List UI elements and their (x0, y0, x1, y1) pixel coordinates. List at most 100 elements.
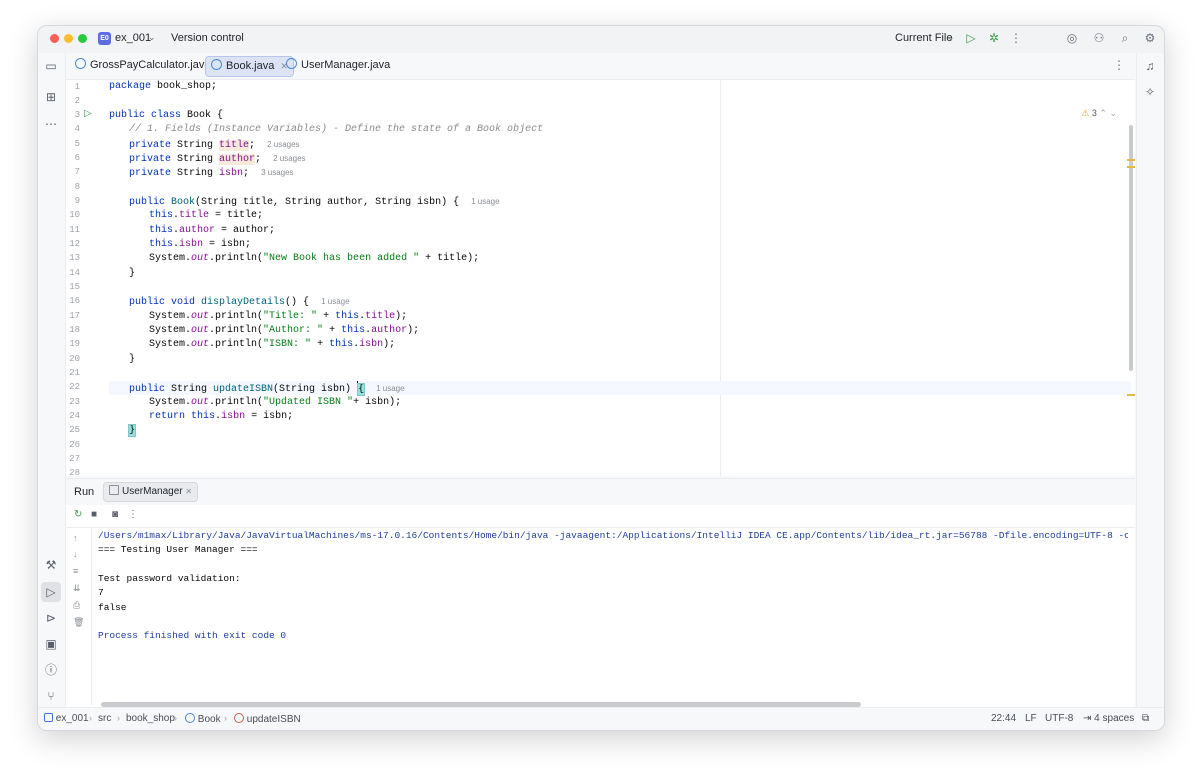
code-line: // 1. Fields (Instance Variables) - Defi… (129, 124, 544, 135)
more-icon[interactable]: ⋮ (128, 509, 138, 520)
line-number: 23 (69, 397, 80, 407)
usage-hint: 3 usages (261, 168, 294, 177)
tab-grosspaycalculator[interactable]: GrossPayCalculator.java (70, 56, 215, 75)
code-line: public class Book { (109, 110, 224, 121)
soft-wrap-icon[interactable]: ≡ (73, 566, 78, 576)
camera-icon[interactable]: ◙ (112, 509, 118, 520)
breadcrumb-project[interactable]: ex_001 (44, 713, 89, 724)
usage-hint: 1 usage (471, 197, 500, 206)
ai-chat-icon[interactable]: ✧ (1140, 82, 1160, 102)
zoom-window-button[interactable] (78, 34, 87, 43)
line-number: 15 (69, 282, 80, 292)
arrow-down-icon[interactable]: ↓ (73, 549, 78, 559)
code-editor: GrossPayCalculator.java Book.java ✕ UserM… (66, 53, 1135, 478)
code-line: private String author; 2 usages (129, 154, 306, 165)
add-user-icon[interactable]: ⚇ (1091, 30, 1107, 46)
breadcrumb-method[interactable]: updateISBN (234, 713, 301, 725)
warning-marker[interactable] (1127, 166, 1135, 168)
search-icon[interactable]: ⌕ (1117, 30, 1133, 46)
run-icon[interactable]: ▷ (963, 30, 979, 46)
java-class-icon (211, 59, 222, 70)
line-number: 10 (69, 210, 80, 220)
more-tools-icon[interactable]: ⋯ (41, 114, 61, 134)
tab-options-icon[interactable]: ⋮ (1113, 58, 1125, 72)
rerun-icon[interactable]: ↻ (74, 509, 82, 520)
stop-icon[interactable]: ■ (91, 509, 97, 520)
line-number: 28 (69, 468, 80, 478)
chevron-down-icon[interactable]: ⌄ (947, 32, 955, 43)
git-icon[interactable]: ⑂ (41, 686, 61, 706)
folder-icon[interactable]: ▭ (41, 56, 61, 76)
notifications-icon[interactable]: ♫ (1140, 56, 1160, 76)
run-tool-icon[interactable]: ▷ (41, 582, 61, 602)
tab-label: Book.java (226, 60, 275, 72)
code-line: this.author = author; (149, 225, 276, 236)
code-line: System.out.println("New Book has been ad… (149, 253, 480, 264)
indent-setting[interactable]: ⇥ 4 spaces (1083, 713, 1134, 724)
run-tab-usermanager[interactable]: UserManager ✕ (103, 482, 199, 502)
indent-icon: ⇥ (1083, 713, 1092, 724)
build-icon[interactable]: ⚒ (41, 555, 61, 575)
line-number: 19 (69, 339, 80, 349)
tab-label: GrossPayCalculator.java (90, 59, 211, 71)
project-name[interactable]: ex_001 (115, 32, 151, 44)
breadcrumb-class[interactable]: Book (185, 713, 221, 725)
chevron-down-icon[interactable]: ⌄ (148, 32, 156, 43)
tab-usermanager[interactable]: UserManager.java (281, 56, 395, 75)
code-line: System.out.println("Author: " + this.aut… (149, 325, 420, 336)
console-output[interactable]: /Users/m1max/Library/Java/JavaVirtualMac… (98, 529, 1128, 704)
debug-icon[interactable]: ✲ (986, 30, 1002, 46)
run-config-selector[interactable]: Current File (895, 32, 952, 44)
warning-marker[interactable] (1127, 159, 1135, 161)
line-number: 26 (69, 440, 80, 450)
close-icon[interactable]: ✕ (185, 487, 192, 496)
readonly-toggle-icon[interactable]: ⧉ (1142, 713, 1149, 724)
run-gutter-icon[interactable]: ▷ (84, 108, 92, 119)
minimize-window-button[interactable] (64, 34, 73, 43)
ide-window: E0 ex_001 ⌄ Version control ⌄ Current Fi… (37, 25, 1165, 731)
breadcrumb-label: Book (197, 714, 221, 725)
project-badge[interactable]: E0 (98, 32, 111, 45)
code-line: System.out.println("Updated ISBN "+ isbn… (149, 397, 402, 408)
editor-tabs: GrossPayCalculator.java Book.java ✕ UserM… (66, 53, 1135, 80)
chevron-down-icon[interactable]: ⌄ (236, 32, 244, 43)
arrow-up-icon[interactable]: ↑ (73, 533, 78, 543)
terminal-icon[interactable]: ▣ (41, 634, 61, 654)
ai-assistant-icon[interactable]: ◎ (1064, 30, 1080, 46)
line-number: 2 (74, 96, 80, 106)
line-number: 24 (69, 411, 80, 421)
services-icon[interactable]: ⊳ (41, 608, 61, 628)
print-icon[interactable]: ⎙ (73, 600, 80, 611)
line-number: 8 (74, 182, 80, 192)
code-line: System.out.println("ISBN: " + this.isbn)… (149, 339, 396, 350)
breadcrumb-src[interactable]: src (98, 713, 111, 724)
close-window-button[interactable] (50, 34, 59, 43)
more-icon[interactable]: ⋮ (1008, 30, 1024, 46)
line-number: 9 (74, 196, 80, 206)
structure-icon[interactable]: ⊞ (41, 87, 61, 107)
line-number: 22 (69, 382, 80, 392)
editor-scrollbar[interactable] (1129, 125, 1133, 371)
code-line: public String updateISBN(String isbn) { … (129, 381, 405, 396)
code-area[interactable]: package book_shop; public class Book { /… (109, 80, 1132, 476)
title-bar: E0 ex_001 ⌄ Version control ⌄ Current Fi… (38, 26, 1164, 53)
code-line: private String title; 2 usages (129, 140, 300, 151)
warning-marker[interactable] (1127, 394, 1135, 396)
settings-icon[interactable]: ⚙ (1142, 30, 1158, 46)
line-number: 27 (69, 454, 80, 464)
app-icon (109, 485, 119, 495)
code-line: public void displayDetails() { 1 usage (129, 297, 350, 308)
console-line: === Testing User Manager === (98, 544, 258, 555)
caret-position[interactable]: 22:44 (991, 713, 1016, 724)
run-toolbar: ↻ ■ ◙ ⋮ (66, 505, 1135, 528)
scroll-to-end-icon[interactable]: ⇊ (73, 583, 81, 594)
version-control-menu[interactable]: Version control (171, 32, 244, 44)
file-encoding[interactable]: UTF-8 (1045, 713, 1073, 724)
problems-icon[interactable]: ⓘ (41, 660, 61, 680)
breadcrumb-package[interactable]: book_shop (126, 713, 175, 724)
trash-icon[interactable]: 🗑 (73, 617, 84, 628)
code-line: } (127, 424, 137, 437)
code-line: return this.isbn = isbn; (149, 411, 294, 422)
line-number: 20 (69, 354, 80, 364)
line-ending[interactable]: LF (1025, 713, 1037, 724)
